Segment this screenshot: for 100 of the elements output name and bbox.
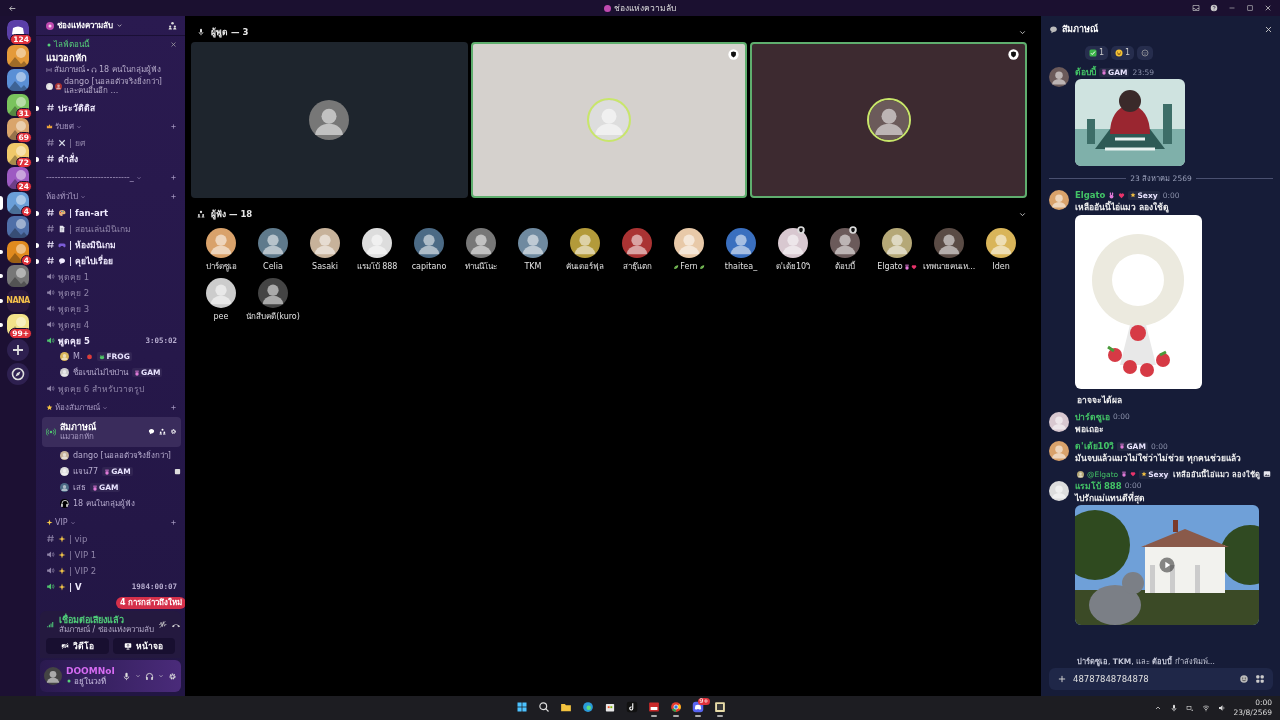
plus-icon[interactable] <box>170 174 177 182</box>
channel-item[interactable]: | fan-art <box>42 204 181 221</box>
close-icon[interactable] <box>1264 4 1272 12</box>
apps-icon[interactable] <box>1255 674 1265 684</box>
channel-item[interactable]: | VIP 2 <box>42 562 181 579</box>
inbox-icon[interactable] <box>1192 4 1200 12</box>
server-name[interactable]: ช่องแห่งความลับ <box>57 20 113 31</box>
plus-icon[interactable] <box>170 193 177 201</box>
plus-icon[interactable] <box>170 404 177 412</box>
audience-avatar[interactable] <box>414 228 444 258</box>
add-reaction-button[interactable] <box>1137 46 1154 60</box>
audience-avatar[interactable] <box>778 228 808 258</box>
member-name[interactable]: ชื่อเขนไม่ไข่ป่าน <box>73 367 128 378</box>
category-name[interactable]: ห้องสัมภาษณ์ <box>55 402 100 413</box>
chevron-up-icon[interactable] <box>1153 704 1162 712</box>
member-name[interactable]: M. <box>73 351 83 362</box>
play-button[interactable] <box>1159 556 1175 573</box>
channel-item[interactable]: | สอนเล่นมินิเกม <box>42 220 181 237</box>
add-server-icon[interactable] <box>7 338 29 361</box>
channel-item[interactable]: ประวัติติส <box>42 99 181 116</box>
event-title[interactable]: แมวอกหัก <box>46 51 177 63</box>
invite-icon[interactable] <box>168 21 177 30</box>
audience-avatar[interactable] <box>310 228 340 258</box>
channel-item[interactable]: | VIP 1 <box>42 546 181 563</box>
audience-avatar[interactable] <box>830 228 860 258</box>
speaker-tile[interactable] <box>750 42 1027 198</box>
music-note-icon[interactable] <box>625 701 638 713</box>
audience-avatar[interactable] <box>570 228 600 258</box>
audience-avatar[interactable] <box>622 228 652 258</box>
channel-item[interactable]: พูดคุย 2 <box>42 284 181 301</box>
plus-icon[interactable] <box>170 519 177 527</box>
close-icon[interactable] <box>170 41 177 49</box>
category-name[interactable]: รับยศ <box>55 121 74 132</box>
channel-item[interactable]: | ยศ <box>42 134 181 151</box>
wifi-icon[interactable] <box>1201 704 1210 712</box>
network-icon[interactable] <box>1185 704 1194 712</box>
store-icon[interactable] <box>603 701 616 713</box>
invite-icon[interactable] <box>159 428 166 436</box>
search-icon[interactable] <box>537 701 550 713</box>
audience-avatar[interactable] <box>206 228 236 258</box>
help-icon[interactable] <box>1210 4 1218 12</box>
app-icon[interactable] <box>647 701 660 713</box>
reaction-button[interactable]: 1 <box>1111 46 1135 60</box>
chevron-icon[interactable] <box>116 22 123 29</box>
connection-status[interactable]: เชื่อมต่อเสียงแล้ว <box>59 614 154 626</box>
folder-icon[interactable] <box>559 701 572 713</box>
noise-suppression-icon[interactable] <box>157 620 167 630</box>
message-field[interactable]: 48787848784878 <box>1049 668 1273 690</box>
video-button[interactable]: วิดีโอ <box>46 638 109 654</box>
member-name[interactable]: เสธ <box>73 482 86 493</box>
discord-icon[interactable] <box>691 701 704 713</box>
audience-avatar[interactable] <box>518 228 548 258</box>
channel-item[interactable]: | ห้องมินิเกม <box>42 236 181 253</box>
headphones-icon[interactable] <box>145 671 154 681</box>
volume-icon[interactable] <box>1217 704 1226 712</box>
app-icon[interactable] <box>713 701 726 713</box>
windows-icon[interactable] <box>515 701 528 713</box>
channel-item[interactable]: คำสั่ง <box>42 150 181 167</box>
plus-icon[interactable] <box>170 123 177 131</box>
audience-avatar[interactable] <box>466 228 496 258</box>
audience-avatar[interactable] <box>674 228 704 258</box>
listener-count[interactable]: 18 คนในกลุ่มผู้ฟัง <box>73 498 135 509</box>
author-name[interactable]: แรมโบ้ 888 <box>1075 480 1122 491</box>
microphone-icon[interactable] <box>122 671 131 681</box>
channel-item[interactable]: | คุยไปเรื่อย <box>42 252 181 269</box>
audience-avatar[interactable] <box>882 228 912 258</box>
author-name[interactable]: ปาร์ดซูเอ <box>1075 411 1110 422</box>
author-name[interactable]: Elgato <box>1075 190 1106 201</box>
category-name[interactable]: -----------------------------_ <box>46 172 134 183</box>
author-name[interactable]: ต้อบบี้ <box>1075 67 1096 78</box>
screen-share-button[interactable]: หน้าจอ <box>112 638 175 654</box>
back-icon[interactable] <box>8 3 17 13</box>
chrome-icon[interactable] <box>669 701 682 713</box>
browser-icon[interactable] <box>581 701 594 713</box>
message-input[interactable]: 48787848784878 <box>1073 673 1233 685</box>
channel-item[interactable]: พูดคุย 3 <box>42 300 181 317</box>
channel-item[interactable]: พูดคุย 4 <box>42 316 181 333</box>
category-name[interactable]: ห้องทั่วไป <box>46 191 78 202</box>
audience-avatar[interactable] <box>726 228 756 258</box>
audience-avatar[interactable] <box>258 277 288 308</box>
audience-avatar[interactable] <box>986 228 1016 258</box>
username[interactable]: DOOMNoI <box>66 665 118 677</box>
server-logo[interactable]: NANA <box>7 289 29 312</box>
author-name[interactable]: ด'เด้ย10วิ <box>1075 441 1115 452</box>
maximize-icon[interactable] <box>1246 4 1254 12</box>
settings-icon[interactable] <box>168 671 177 681</box>
channel-item[interactable]: | vip <box>42 530 181 547</box>
member-name[interactable]: แจน77 <box>73 466 99 477</box>
reaction-button[interactable]: 1 <box>1085 46 1109 60</box>
close-icon[interactable] <box>1264 24 1273 34</box>
microphone-icon[interactable] <box>1169 704 1178 712</box>
plus-icon[interactable] <box>1057 674 1067 684</box>
member-name[interactable]: dango [นอลอตัวจริงยิ่งกว่า] <box>73 450 171 461</box>
channel-item[interactable]: พูดคุย 1 <box>42 268 181 285</box>
compass-icon[interactable] <box>7 363 29 385</box>
channel-item[interactable]: พูดคุย 6 สำหรับวาดรูป <box>42 380 181 397</box>
mentions-pill[interactable]: 4 การกล่าวถึงใหม่ <box>116 597 185 609</box>
speaker-tile[interactable] <box>191 42 468 198</box>
audience-avatar[interactable] <box>362 228 392 258</box>
category-name[interactable]: VIP <box>55 517 68 528</box>
